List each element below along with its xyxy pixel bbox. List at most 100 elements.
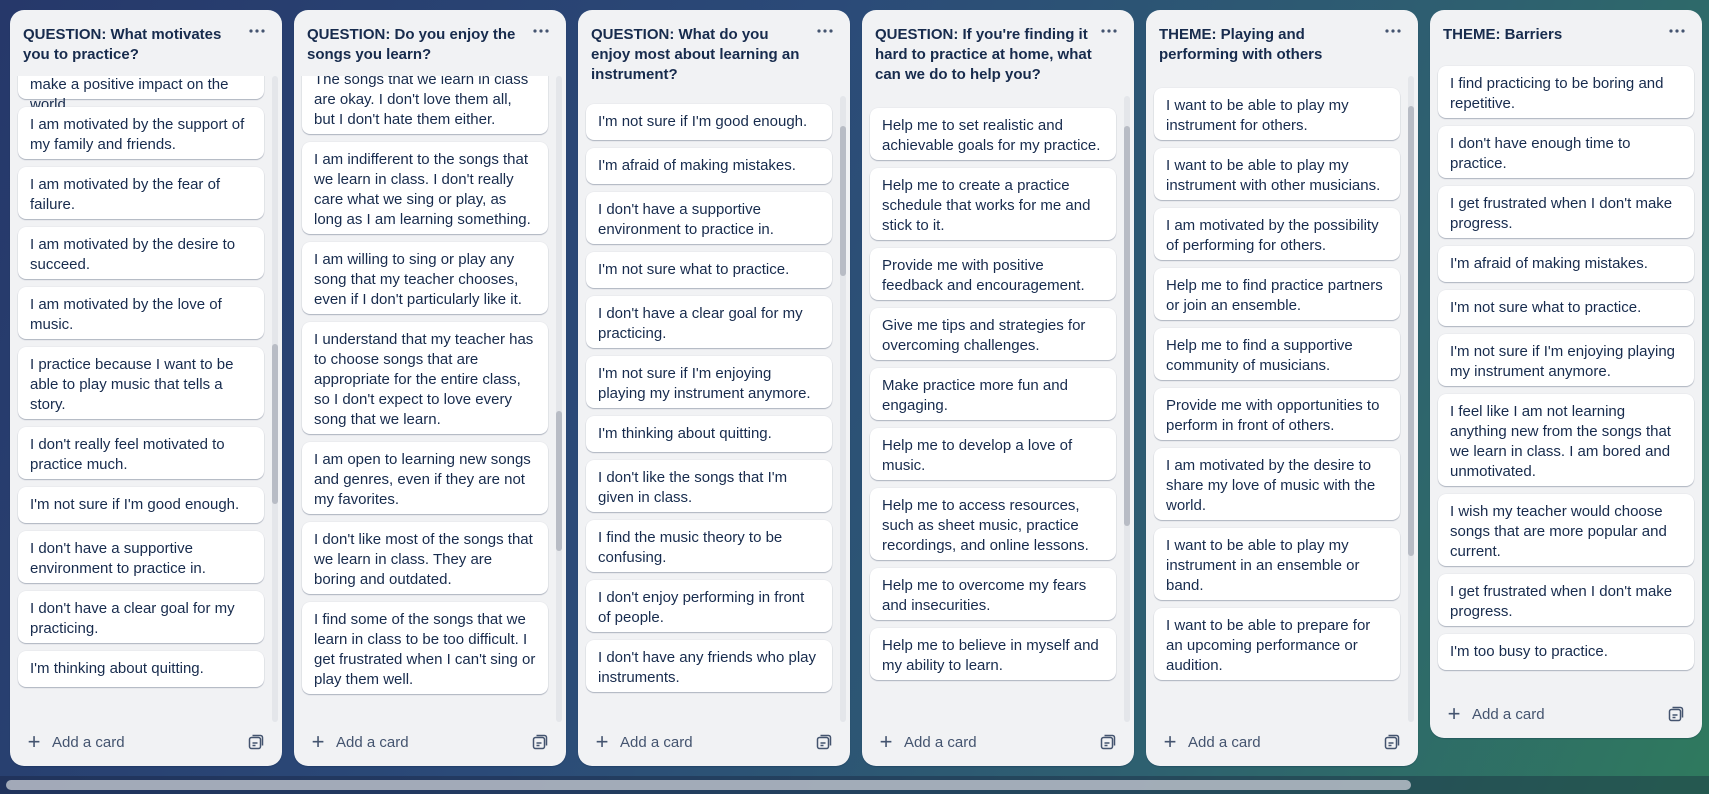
- card[interactable]: I find practicing to be boring and repet…: [1438, 66, 1694, 118]
- card[interactable]: I don't have a clear goal for my practic…: [18, 591, 264, 643]
- card[interactable]: Help me to overcome my fears and insecur…: [870, 568, 1116, 620]
- card[interactable]: I get frustrated when I don't make progr…: [1438, 186, 1694, 238]
- card[interactable]: I find the music theory to be confusing.: [586, 520, 832, 572]
- create-from-template-icon[interactable]: [240, 726, 272, 758]
- list-scrollbar[interactable]: [272, 76, 278, 722]
- list-cards-area[interactable]: Help me to set realistic and achievable …: [862, 96, 1134, 722]
- list-scrollbar[interactable]: [1124, 96, 1130, 722]
- card[interactable]: I am motivated by the desire to make a p…: [18, 76, 264, 113]
- card[interactable]: I'm not sure if I'm good enough.: [18, 487, 264, 523]
- list-cards-area[interactable]: I'm not sure if I'm good enough. I'm afra…: [578, 96, 850, 722]
- card[interactable]: I'm afraid of making mistakes.: [1438, 246, 1694, 282]
- list-scrollbar[interactable]: [840, 96, 846, 722]
- card[interactable]: Provide me with opportunities to perform…: [1154, 388, 1400, 440]
- card[interactable]: I am open to learning new songs and genr…: [302, 442, 548, 514]
- card[interactable]: I am motivated by the desire to succeed.: [18, 227, 264, 279]
- card[interactable]: Help me to access resources, such as she…: [870, 488, 1116, 560]
- card[interactable]: I don't have any friends who play instru…: [586, 640, 832, 692]
- card[interactable]: I'm thinking about quitting.: [18, 651, 264, 687]
- card[interactable]: I am motivated by the fear of failure.: [18, 167, 264, 219]
- card[interactable]: Help me to set realistic and achievable …: [870, 108, 1116, 160]
- list-title[interactable]: QUESTION: Do you enjoy the songs you lea…: [294, 10, 566, 76]
- card[interactable]: I find some of the songs that we learn i…: [302, 602, 548, 694]
- add-card-button[interactable]: + Add a card: [586, 726, 798, 758]
- create-from-template-icon[interactable]: [524, 726, 556, 758]
- card[interactable]: Help me to find practice partners or joi…: [1154, 268, 1400, 320]
- card[interactable]: I want to be able to play my instrument …: [1154, 528, 1400, 600]
- list-cards-area[interactable]: I find practicing to be boring and repet…: [1430, 54, 1702, 694]
- card[interactable]: I am motivated by the love of music.: [18, 287, 264, 339]
- horizontal-scroll-thumb[interactable]: [6, 780, 1411, 790]
- add-card-button[interactable]: + Add a card: [870, 726, 1082, 758]
- add-card-button[interactable]: + Add a card: [1438, 698, 1650, 730]
- list-cards-area[interactable]: The songs that we learn in class are oka…: [294, 76, 566, 722]
- card[interactable]: I am indifferent to the songs that we le…: [302, 142, 548, 234]
- list-menu-icon[interactable]: [244, 22, 270, 42]
- card[interactable]: Provide me with positive feedback and en…: [870, 248, 1116, 300]
- card[interactable]: The songs that we learn in class are oka…: [302, 76, 548, 134]
- create-from-template-icon[interactable]: [1092, 726, 1124, 758]
- list-title[interactable]: QUESTION: What motivates you to practice…: [10, 10, 282, 76]
- card[interactable]: I want to be able to prepare for an upco…: [1154, 608, 1400, 680]
- card[interactable]: Give me tips and strategies for overcomi…: [870, 308, 1116, 360]
- list-title[interactable]: THEME: Barriers: [1430, 10, 1702, 54]
- card[interactable]: I don't enjoy performing in front of peo…: [586, 580, 832, 632]
- card[interactable]: I understand that my teacher has to choo…: [302, 322, 548, 434]
- card[interactable]: I'm not sure if I'm enjoying playing my …: [586, 356, 832, 408]
- list-cards-area[interactable]: I am motivated by the desire to make a p…: [10, 76, 282, 722]
- list-scroll-thumb[interactable]: [840, 126, 846, 276]
- add-card-button[interactable]: + Add a card: [1154, 726, 1366, 758]
- card[interactable]: Help me to believe in myself and my abil…: [870, 628, 1116, 680]
- add-card-button[interactable]: + Add a card: [18, 726, 230, 758]
- list-scroll-thumb[interactable]: [1408, 106, 1414, 556]
- card[interactable]: I am willing to sing or play any song th…: [302, 242, 548, 314]
- list-scrollbar[interactable]: [556, 76, 562, 722]
- create-from-template-icon[interactable]: [808, 726, 840, 758]
- list-scroll-thumb[interactable]: [272, 344, 278, 504]
- card[interactable]: I don't like the songs that I'm given in…: [586, 460, 832, 512]
- card[interactable]: I'm too busy to practice.: [1438, 634, 1694, 670]
- card[interactable]: I wish my teacher would choose songs tha…: [1438, 494, 1694, 566]
- list-title[interactable]: QUESTION: If you're finding it hard to p…: [862, 10, 1134, 96]
- plus-icon: +: [311, 729, 325, 754]
- card[interactable]: I'm not sure if I'm enjoying playing my …: [1438, 334, 1694, 386]
- card[interactable]: Make practice more fun and engaging.: [870, 368, 1116, 420]
- card[interactable]: I want to be able to play my instrument …: [1154, 88, 1400, 140]
- card[interactable]: I'm not sure what to practice.: [1438, 290, 1694, 326]
- list-menu-icon[interactable]: [1096, 22, 1122, 42]
- card[interactable]: I don't like most of the songs that we l…: [302, 522, 548, 594]
- list-title[interactable]: THEME: Playing and performing with other…: [1146, 10, 1418, 76]
- list-scrollbar[interactable]: [1408, 76, 1414, 722]
- create-from-template-icon[interactable]: [1660, 698, 1692, 730]
- list-menu-icon[interactable]: [1380, 22, 1406, 42]
- card[interactable]: I don't have a supportive environment to…: [18, 531, 264, 583]
- list-title[interactable]: QUESTION: What do you enjoy most about l…: [578, 10, 850, 96]
- card[interactable]: I don't have a clear goal for my practic…: [586, 296, 832, 348]
- list-menu-icon[interactable]: [812, 22, 838, 42]
- card[interactable]: I feel like I am not learning anything n…: [1438, 394, 1694, 486]
- card[interactable]: I am motivated by the desire to share my…: [1154, 448, 1400, 520]
- card[interactable]: I am motivated by the support of my fami…: [18, 107, 264, 159]
- list-scroll-thumb[interactable]: [1124, 126, 1130, 526]
- list-menu-icon[interactable]: [528, 22, 554, 42]
- card[interactable]: I get frustrated when I don't make progr…: [1438, 574, 1694, 626]
- list-scroll-thumb[interactable]: [556, 411, 562, 551]
- card[interactable]: I don't really feel motivated to practic…: [18, 427, 264, 479]
- add-card-button[interactable]: + Add a card: [302, 726, 514, 758]
- card[interactable]: Help me to find a supportive community o…: [1154, 328, 1400, 380]
- list-menu-icon[interactable]: [1664, 22, 1690, 42]
- create-from-template-icon[interactable]: [1376, 726, 1408, 758]
- card[interactable]: I'm not sure if I'm good enough.: [586, 104, 832, 140]
- card[interactable]: I want to be able to play my instrument …: [1154, 148, 1400, 200]
- list-cards-area[interactable]: I want to be able to play my instrument …: [1146, 76, 1418, 722]
- card[interactable]: I am motivated by the possibility of per…: [1154, 208, 1400, 260]
- card[interactable]: I don't have a supportive environment to…: [586, 192, 832, 244]
- card[interactable]: I'm thinking about quitting.: [586, 416, 832, 452]
- card[interactable]: I don't have enough time to practice.: [1438, 126, 1694, 178]
- card[interactable]: I'm afraid of making mistakes.: [586, 148, 832, 184]
- board-horizontal-scrollbar[interactable]: [0, 776, 1709, 794]
- card[interactable]: Help me to create a practice schedule th…: [870, 168, 1116, 240]
- card[interactable]: I'm not sure what to practice.: [586, 252, 832, 288]
- card[interactable]: I practice because I want to be able to …: [18, 347, 264, 419]
- card[interactable]: Help me to develop a love of music.: [870, 428, 1116, 480]
